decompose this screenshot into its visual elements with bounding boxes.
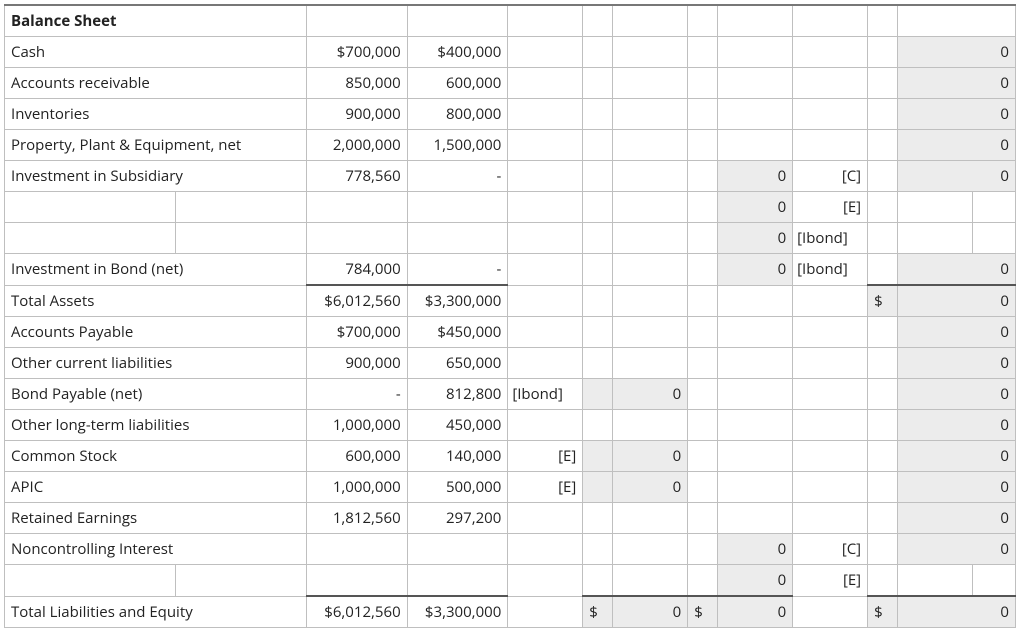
row-blank-1: 0 [E] (5, 192, 1016, 223)
row-total-liabilities-equity: Total Liabilities and Equity $6,012,560 … (5, 596, 1016, 628)
row-other-lt-liabilities: Other long-term liabilities 1,000,000 45… (5, 410, 1016, 441)
balance-sheet-table: Balance Sheet Cash $700,000 $400,000 0 A… (4, 4, 1016, 628)
row-accounts-payable: Accounts Payable $700,000 $450,000 0 (5, 317, 1016, 348)
row-ppe: Property, Plant & Equipment, net 2,000,0… (5, 130, 1016, 161)
row-other-current-liabilities: Other current liabilities 900,000 650,00… (5, 348, 1016, 379)
row-retained-earnings: Retained Earnings 1,812,560 297,200 0 (5, 503, 1016, 534)
row-total-assets: Total Assets $6,012,560 $3,300,000 $ 0 (5, 285, 1016, 317)
section-header: Balance Sheet (5, 5, 1016, 37)
row-noncontrolling-interest: Noncontrolling Interest 0 [C] 0 (5, 534, 1016, 565)
section-title: Balance Sheet (5, 5, 307, 37)
row-common-stock: Common Stock 600,000 140,000 [E] 0 0 (5, 441, 1016, 472)
row-blank-3: 0 [E] (5, 565, 1016, 597)
row-cash: Cash $700,000 $400,000 0 (5, 37, 1016, 68)
row-label: Cash (5, 37, 307, 68)
row-investment-subsidiary: Investment in Subsidiary 778,560 - 0 [C]… (5, 161, 1016, 192)
row-investment-bond: Investment in Bond (net) 784,000 - 0 [Ib… (5, 254, 1016, 286)
row-apic: APIC 1,000,000 500,000 [E] 0 0 (5, 472, 1016, 503)
row-bond-payable: Bond Payable (net) - 812,800 [Ibond] 0 0 (5, 379, 1016, 410)
row-ar: Accounts receivable 850,000 600,000 0 (5, 68, 1016, 99)
row-inventories: Inventories 900,000 800,000 0 (5, 99, 1016, 130)
row-blank-2: 0 [Ibond] (5, 223, 1016, 254)
